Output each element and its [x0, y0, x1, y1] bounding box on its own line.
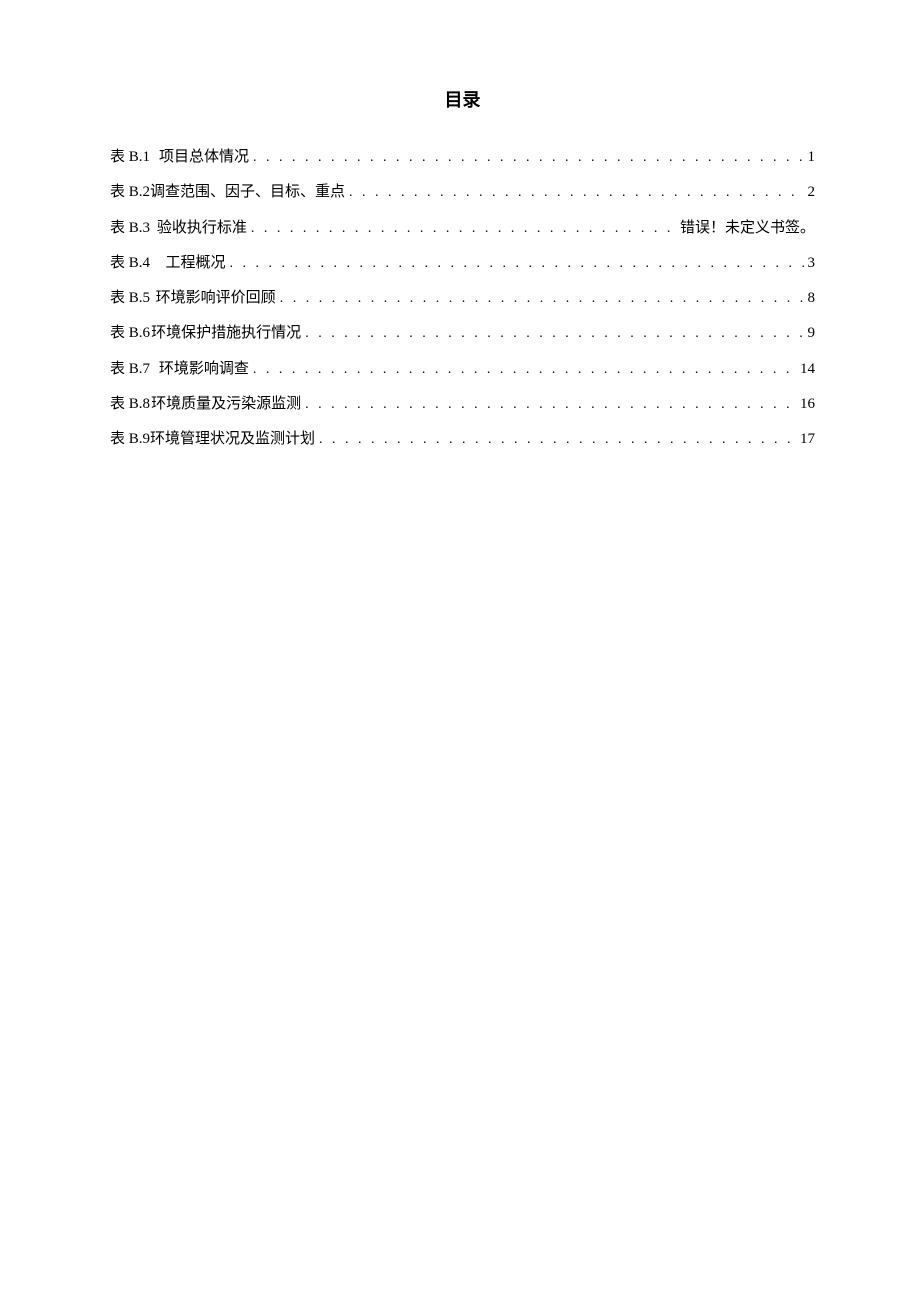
toc-entry-page: 3 [808, 246, 816, 281]
toc-entry-text: 环境管理状况及监测计划 [150, 422, 315, 457]
toc-entry-text: 工程概况 [166, 246, 226, 281]
toc-leader-dots: . . . . . . . . . . . . . . . . . . . . … [319, 424, 796, 457]
toc-leader-dots: . . . . . . . . . . . . . . . . . . . . … [253, 142, 804, 175]
toc-entry-prefix: 表 B.4 [110, 246, 150, 281]
toc-entry-page: 9 [808, 316, 816, 351]
toc-leader-dots: . . . . . . . . . . . . . . . . . . . . … [280, 283, 804, 316]
toc-entry-page: 14 [800, 352, 815, 387]
toc-entry-text: 项目总体情况 [159, 140, 249, 175]
toc-entry-page: 错误！未定义书签。 [680, 211, 815, 246]
toc-entry-text: 验收执行标准 [157, 211, 247, 246]
toc-leader-dots: . . . . . . . . . . . . . . . . . . . . … [251, 213, 676, 246]
toc-entry-page: 16 [800, 387, 815, 422]
toc-entry-text: 环境影响评价回顾 [156, 281, 276, 316]
toc-entry-prefix: 表 B.5 [110, 281, 150, 316]
toc-leader-dots: . . . . . . . . . . . . . . . . . . . . … [349, 177, 803, 210]
toc-leader-dots: . . . . . . . . . . . . . . . . . . . . … [253, 354, 796, 387]
toc-entry-prefix: 表 B.6 [110, 316, 150, 351]
toc-entry[interactable]: 表 B.3验收执行标准. . . . . . . . . . . . . . .… [110, 211, 815, 246]
toc-entry-prefix: 表 B.3 [110, 211, 150, 246]
toc-entry[interactable]: 表 B.4 工程概况. . . . . . . . . . . . . . . .… [110, 246, 815, 281]
toc-entry-page: 2 [808, 175, 816, 210]
toc-title: 目录 [110, 86, 815, 112]
toc-entry-text: 环境影响调查 [159, 352, 249, 387]
toc-entry-page: 17 [800, 422, 815, 457]
toc-entry-prefix: 表 B.9 [110, 422, 150, 457]
toc-leader-dots: . . . . . . . . . . . . . . . . . . . . … [305, 318, 803, 351]
toc-entry[interactable]: 表 B.8环境质量及污染源监测. . . . . . . . . . . . .… [110, 387, 815, 422]
toc-entry-prefix: 表 B.8 [110, 387, 150, 422]
toc-entry[interactable]: 表 B.7 环境影响调查. . . . . . . . . . . . . . .… [110, 352, 815, 387]
toc-entry[interactable]: 表 B.1 项目总体情况. . . . . . . . . . . . . . .… [110, 140, 815, 175]
toc-container: 表 B.1项目总体情况. . . . . . . . . . . . . . .… [110, 140, 815, 457]
toc-entry-page: 1 [808, 140, 816, 175]
toc-entry-text: 调查范围、因子、目标、重点 [150, 175, 345, 210]
toc-leader-dots: . . . . . . . . . . . . . . . . . . . . … [230, 248, 804, 281]
toc-entry-text: 环境保护措施执行情况 [151, 316, 301, 351]
toc-entry[interactable]: 表 B.5环境影响评价回顾. . . . . . . . . . . . . .… [110, 281, 815, 316]
toc-entry-prefix: 表 B.2 [110, 175, 150, 210]
toc-entry-prefix: 表 B.7 [110, 352, 150, 387]
toc-entry-text: 环境质量及污染源监测 [151, 387, 301, 422]
toc-entry-page: 8 [808, 281, 816, 316]
toc-entry[interactable]: 表 B.9环境管理状况及监测计划. . . . . . . . . . . . … [110, 422, 815, 457]
toc-leader-dots: . . . . . . . . . . . . . . . . . . . . … [305, 389, 796, 422]
toc-entry-prefix: 表 B.1 [110, 140, 150, 175]
toc-entry[interactable]: 表 B.2调查范围、因子、目标、重点. . . . . . . . . . . … [110, 175, 815, 210]
toc-entry[interactable]: 表 B.6环境保护措施执行情况. . . . . . . . . . . . .… [110, 316, 815, 351]
